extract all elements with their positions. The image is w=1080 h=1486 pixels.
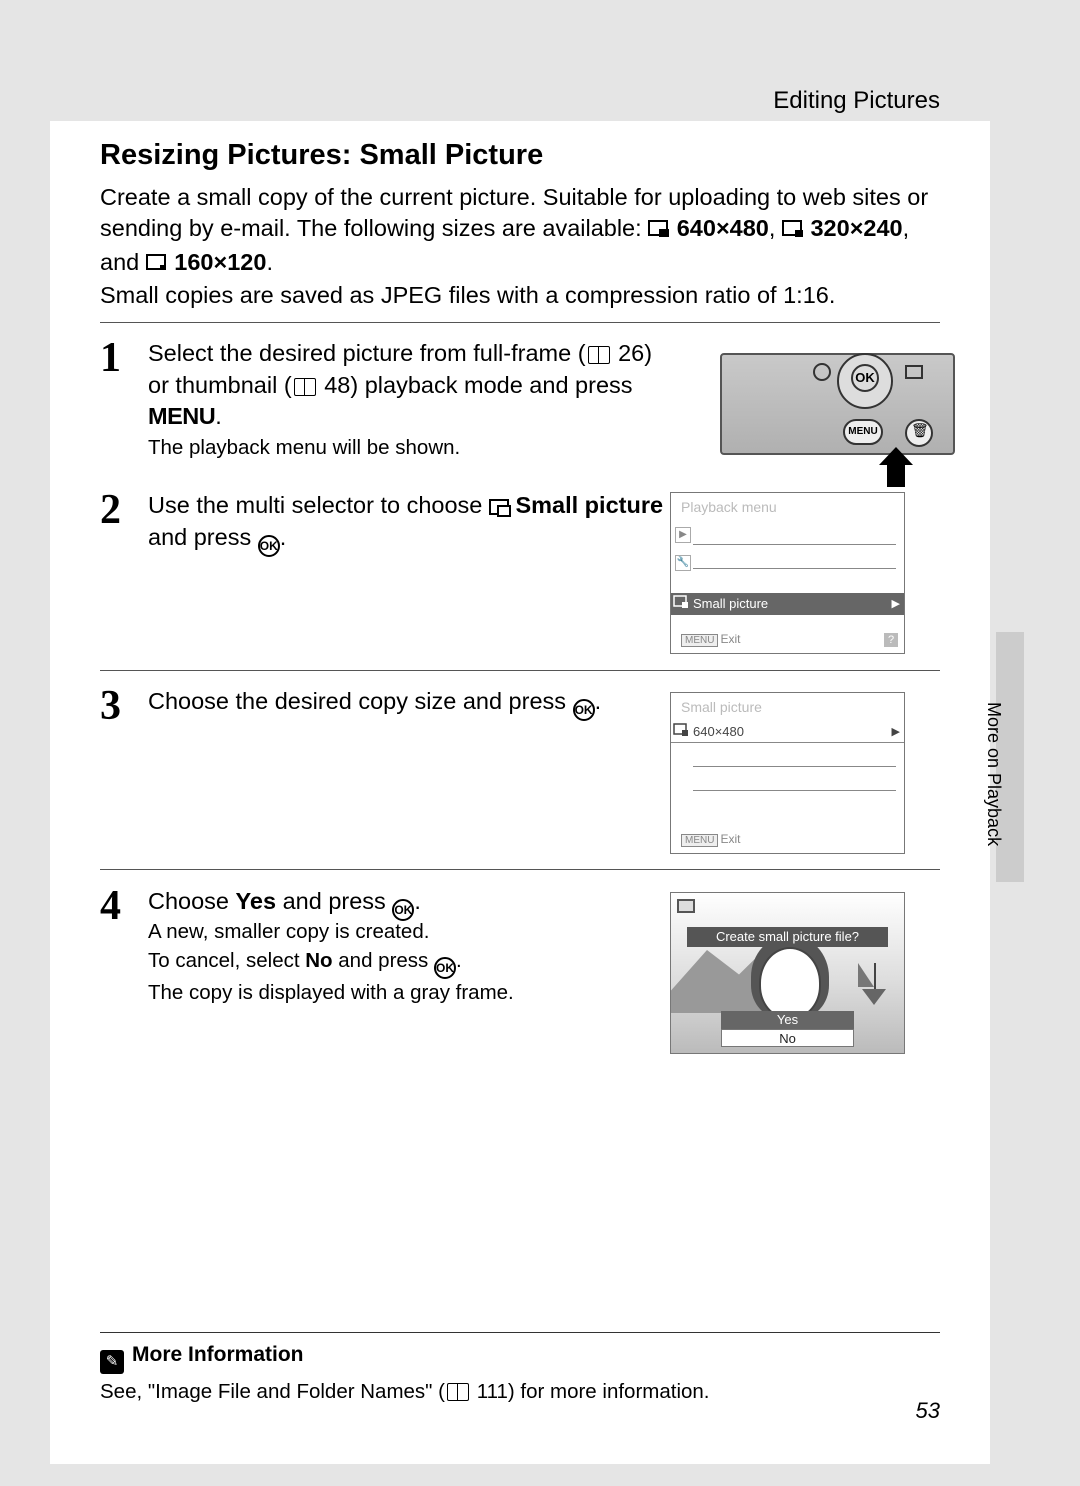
t: . — [414, 888, 421, 914]
n2b: and press — [333, 949, 434, 972]
divider — [100, 670, 940, 671]
n3: The copy is displayed with a gray frame. — [148, 981, 514, 1004]
book-icon — [447, 1383, 469, 1401]
ok-icon: OK — [573, 699, 595, 721]
ref: 48 — [324, 372, 350, 398]
size-icon-160 — [146, 249, 168, 280]
t: . — [595, 688, 602, 714]
n2a: To cancel, select — [148, 949, 305, 972]
side-section-label: More on Playback — [984, 702, 1004, 846]
no: No — [305, 949, 332, 972]
page-number: 53 — [916, 1398, 940, 1424]
t: . — [215, 403, 222, 429]
step-number: 2 — [100, 486, 121, 534]
screen-size-select: Small picture 640×480 ▶ MENUExit — [670, 692, 905, 854]
n1: A new, smaller copy is created. — [148, 920, 429, 943]
option-yes: Yes — [721, 1011, 854, 1029]
section-header: Editing Pictures — [773, 87, 940, 115]
menu-label: MENU — [148, 403, 215, 429]
menu-item-640x480: 640×480 — [693, 724, 744, 739]
page-title: Resizing Pictures: Small Picture — [100, 139, 543, 172]
small-picture-icon — [677, 899, 695, 913]
step-3-heading: Choose the desired copy size and press O… — [148, 686, 668, 721]
play-icon: ▶ — [675, 527, 691, 543]
intro-text: Create a small copy of the current pictu… — [100, 184, 928, 241]
screen-title: Small picture — [681, 699, 762, 715]
step-4-heading: Choose Yes and press OK. — [148, 886, 668, 921]
info-icon: ✎ — [100, 1350, 124, 1374]
intro-line2: Small copies are saved as JPEG files wit… — [100, 282, 835, 308]
more-info-text: See, "Image File and Folder Names" ( 111… — [100, 1380, 940, 1404]
size-icon-320 — [782, 215, 804, 246]
confirm-banner: Create small picture file? — [687, 927, 888, 947]
ok-icon: OK — [434, 957, 456, 979]
n2c: . — [456, 949, 462, 972]
page: Editing Pictures Resizing Pictures: Smal… — [50, 22, 990, 1464]
ok-icon: OK — [258, 535, 280, 557]
t: Choose the desired copy size and press — [148, 688, 573, 714]
exit-label: Exit — [720, 632, 740, 646]
size-160: 160×120 — [174, 249, 266, 275]
more-info-title: More Information — [132, 1343, 304, 1366]
menu-badge: MENU — [681, 634, 718, 647]
wrench-icon: 🔧 — [675, 555, 691, 571]
t: Use the multi selector to choose — [148, 492, 489, 518]
t: . — [280, 524, 287, 550]
exit-label: Exit — [720, 832, 740, 846]
t: ) playback mode and press — [350, 372, 632, 398]
more-information: ✎ More Information See, "Image File and F… — [100, 1332, 940, 1404]
menu-item-small-picture: Small picture — [693, 596, 768, 611]
step-4-notes: A new, smaller copy is created. To cance… — [148, 918, 668, 1007]
ok-label: OK — [851, 364, 879, 392]
menu-button-icon: MENU — [843, 419, 883, 445]
divider — [100, 322, 940, 323]
step-2-heading: Use the multi selector to choose Small p… — [148, 490, 668, 557]
help-icon: ? — [884, 633, 898, 647]
sailboat-icon — [858, 963, 874, 987]
size-icon — [673, 723, 689, 740]
size-320: 320×240 — [810, 215, 902, 241]
timer-icon — [813, 363, 831, 381]
yes: Yes — [236, 888, 277, 914]
small-picture-icon — [489, 499, 509, 515]
trash-icon — [905, 419, 933, 447]
portrait-icon — [759, 947, 821, 1019]
label: Small picture — [515, 492, 663, 518]
t: ) for more information. — [508, 1380, 710, 1403]
intro-paragraph: Create a small copy of the current pictu… — [100, 182, 940, 311]
exit-hint: MENUExit — [681, 632, 740, 647]
chevron-right-icon: ▶ — [892, 725, 900, 738]
book-icon — [294, 378, 316, 396]
size-icon-640 — [648, 215, 670, 246]
intro-period: . — [266, 249, 273, 275]
screen-title: Playback menu — [681, 499, 777, 515]
option-no: No — [721, 1029, 854, 1047]
t: See, "Image File and Folder Names" ( — [100, 1380, 445, 1403]
t: Select the desired picture from full-fra… — [148, 340, 586, 366]
t: and press — [148, 524, 258, 550]
ok-dial-icon: OK — [837, 353, 893, 409]
step-1-heading: Select the desired picture from full-fra… — [148, 338, 668, 433]
exit-hint: MENUExit — [681, 832, 740, 847]
step-1-note: The playback menu will be shown. — [148, 434, 668, 463]
ref: 26 — [618, 340, 644, 366]
book-icon — [588, 346, 610, 364]
screen-confirm: Create small picture file? Yes No — [670, 892, 905, 1054]
step-number: 4 — [100, 882, 121, 930]
camera-illustration: OK MENU — [720, 353, 955, 485]
size-640: 640×480 — [677, 215, 769, 241]
divider — [100, 869, 940, 870]
t: Choose — [148, 888, 236, 914]
small-picture-icon — [673, 595, 689, 612]
t: and press — [276, 888, 392, 914]
step-number: 3 — [100, 682, 121, 730]
step-number: 1 — [100, 334, 121, 382]
ref: 111 — [477, 1380, 508, 1403]
screen-playback-menu: Playback menu ▶ 🔧 Small picture ▶ MENUEx… — [670, 492, 905, 654]
menu-badge: MENU — [681, 834, 718, 847]
picture-icon — [905, 365, 923, 379]
chevron-right-icon: ▶ — [892, 597, 900, 610]
